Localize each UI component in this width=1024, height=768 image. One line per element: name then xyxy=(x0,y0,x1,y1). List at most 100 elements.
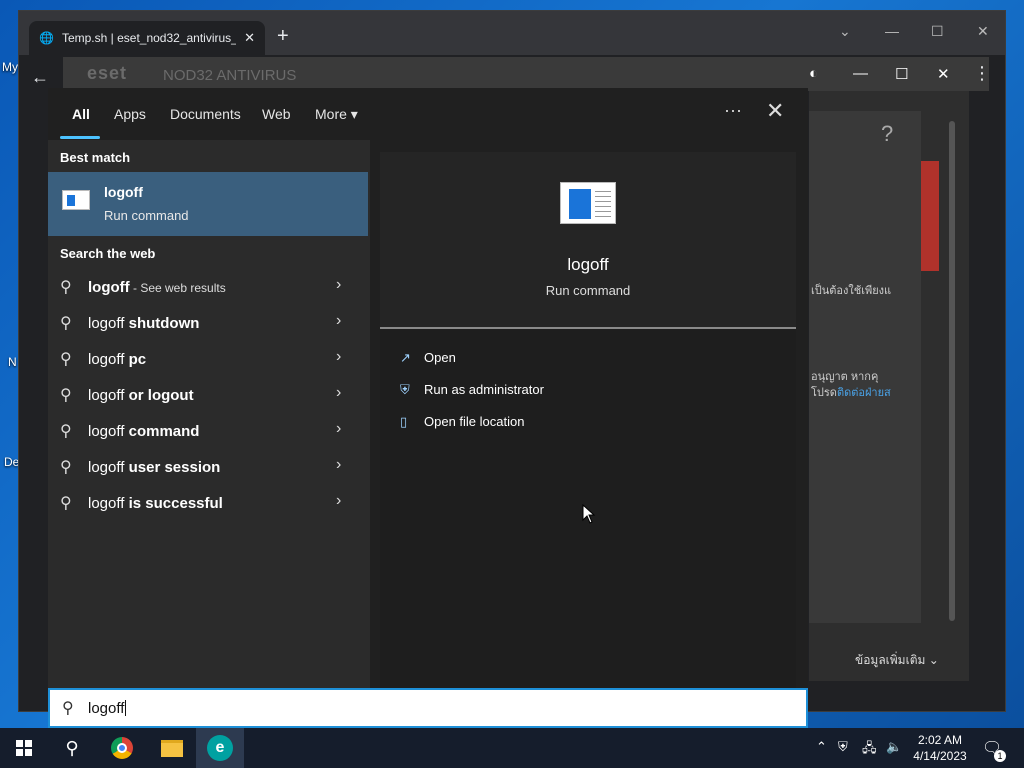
thai-text: โปรดติดต่อฝ่ายส xyxy=(811,387,891,399)
help-icon[interactable]: ? xyxy=(881,121,893,147)
web-result-item[interactable]: ⚲ logoff user session › xyxy=(48,450,368,484)
divider xyxy=(380,327,796,329)
action-run-as-admin[interactable]: ⛨ Run as administrator xyxy=(400,382,544,398)
web-result-item[interactable]: ⚲ logoff pc › xyxy=(48,342,368,376)
web-result-item[interactable]: ⚲ logoff or logout › xyxy=(48,378,368,412)
alert-banner xyxy=(921,161,939,271)
active-tab-indicator xyxy=(60,136,100,139)
chevron-right-icon: › xyxy=(336,456,342,473)
action-open-file-location[interactable]: ▯ Open file location xyxy=(400,414,524,430)
search-icon: ⚲ xyxy=(65,737,79,758)
volume-icon[interactable]: 🔈 xyxy=(886,739,902,755)
run-command-large-icon xyxy=(560,182,616,224)
tab-documents[interactable]: Documents xyxy=(170,106,241,122)
best-match-title: logoff xyxy=(104,184,143,200)
search-icon: ⚲ xyxy=(62,700,74,717)
close-tab-icon[interactable]: ✕ xyxy=(244,30,255,46)
notification-badge: 1 xyxy=(994,750,1006,762)
minimize-button[interactable]: — xyxy=(885,23,899,39)
desktop-icon-label[interactable]: N xyxy=(8,355,17,369)
close-icon[interactable]: ✕ xyxy=(766,98,784,124)
best-match-subtitle: Run command xyxy=(104,208,189,223)
run-command-icon xyxy=(62,190,90,210)
chrome-taskbar-button[interactable] xyxy=(98,728,146,768)
scrollbar[interactable] xyxy=(949,121,955,621)
clock-time: 2:02 AM xyxy=(917,733,963,747)
web-result-item[interactable]: ⚲ logoff shutdown › xyxy=(48,306,368,340)
tab-apps[interactable]: Apps xyxy=(114,106,146,122)
action-open[interactable]: ↗ Open xyxy=(400,350,456,366)
web-result-item[interactable]: ⚲ logoff - See web results › xyxy=(48,270,368,304)
web-result-item[interactable]: ⚲ logoff is successful › xyxy=(48,486,368,520)
shield-icon: ⛨ xyxy=(400,382,410,397)
search-flyout: All Apps Documents Web More ▾ ··· ✕ Best… xyxy=(48,88,808,688)
best-match-item[interactable]: logoff Run command xyxy=(48,172,368,236)
security-icon[interactable]: ⛨ xyxy=(838,739,848,755)
folder-icon xyxy=(161,739,183,757)
preview-title: logoff xyxy=(567,255,609,274)
tab-all[interactable]: All xyxy=(72,106,90,122)
eset-icon: e xyxy=(207,735,233,761)
search-icon: ⚲ xyxy=(60,387,72,404)
app-minimize-button[interactable]: — xyxy=(853,65,868,82)
thai-text: เป็นต้องใช้เพียงแ xyxy=(811,285,892,297)
web-result-item[interactable]: ⚲ logoff command › xyxy=(48,414,368,448)
theme-toggle-icon[interactable]: ◐ xyxy=(809,65,818,82)
open-icon: ↗ xyxy=(400,350,411,365)
maximize-button[interactable]: ☐ xyxy=(931,23,944,40)
tab-web[interactable]: Web xyxy=(262,106,291,122)
chevron-right-icon: › xyxy=(336,312,342,329)
preview-pane: logoff Run command ↗ Open ⛨ Run as adminis… xyxy=(380,152,796,688)
chevron-right-icon: › xyxy=(336,276,342,293)
tab-strip: 🌐 Temp.sh | eset_nod32_antivirus_li ✕ + … xyxy=(19,11,1005,55)
search-icon: ⚲ xyxy=(60,459,72,476)
tab-title: Temp.sh | eset_nod32_antivirus_li xyxy=(61,31,237,45)
contact-link[interactable]: ติดต่อฝ่ายส xyxy=(837,387,891,399)
eset-title-bar: eset NOD32 ANTIVIRUS ◐ — ☐ ✕ xyxy=(63,57,989,91)
app-maximize-button[interactable]: ☐ xyxy=(895,65,908,83)
chevron-right-icon: › xyxy=(336,384,342,401)
eset-taskbar-button[interactable]: e xyxy=(196,728,244,768)
caret-down-icon: ▾ xyxy=(350,106,358,122)
folder-icon: ▯ xyxy=(400,414,408,429)
search-button[interactable]: ⚲ xyxy=(48,728,96,768)
globe-icon: 🌐 xyxy=(39,31,54,45)
app-close-button[interactable]: ✕ xyxy=(937,65,950,83)
preview-header: logoff Run command xyxy=(380,152,796,329)
browser-menu-icon[interactable]: ⋮ xyxy=(973,63,991,84)
chrome-icon xyxy=(111,737,133,759)
tab-more[interactable]: More ▾ xyxy=(315,106,358,123)
windows-logo-icon xyxy=(16,740,32,756)
search-icon: ⚲ xyxy=(60,351,72,368)
search-icon: ⚲ xyxy=(60,423,72,440)
taskbar: ⚲ e ⌃ ⛨ 🖧 🔈 2:02 AM 4/14/2023 🗨 1 xyxy=(0,728,1024,768)
mouse-cursor-icon xyxy=(582,504,596,524)
chevron-right-icon: › xyxy=(336,492,342,509)
search-icon: ⚲ xyxy=(60,495,72,512)
show-hidden-icons-icon[interactable]: ⌃ xyxy=(816,739,827,755)
search-input[interactable]: ⚲ logoff xyxy=(48,688,808,728)
more-info-link[interactable]: ข้อมูลเพิ่มเติม ⌄ xyxy=(855,651,939,670)
network-icon[interactable]: 🖧 xyxy=(862,739,877,761)
start-button[interactable] xyxy=(0,728,48,768)
chevron-right-icon: › xyxy=(336,420,342,437)
more-options-icon[interactable]: ··· xyxy=(724,100,742,121)
search-web-heading: Search the web xyxy=(60,246,156,261)
new-tab-button[interactable]: + xyxy=(277,25,289,48)
close-button[interactable]: ✕ xyxy=(977,23,989,40)
file-explorer-button[interactable] xyxy=(148,728,196,768)
search-icon: ⚲ xyxy=(60,279,72,296)
clock-date: 4/14/2023 xyxy=(913,749,967,763)
best-match-heading: Best match xyxy=(60,150,131,165)
results-list: Best match logoff Run command Search the… xyxy=(48,140,370,688)
chevron-down-icon[interactable]: ⌄ xyxy=(839,23,851,40)
browser-tab[interactable]: 🌐 Temp.sh | eset_nod32_antivirus_li ✕ xyxy=(29,21,265,55)
eset-logo: eset xyxy=(87,63,128,83)
clock[interactable]: 2:02 AM 4/14/2023 xyxy=(910,732,970,764)
chevron-right-icon: › xyxy=(336,348,342,365)
desktop-icon-label[interactable]: My xyxy=(2,60,18,74)
search-icon: ⚲ xyxy=(60,315,72,332)
back-arrow-icon[interactable]: ← xyxy=(31,67,49,88)
preview-subtitle: Run command xyxy=(545,283,631,298)
product-name: NOD32 ANTIVIRUS xyxy=(163,67,297,84)
